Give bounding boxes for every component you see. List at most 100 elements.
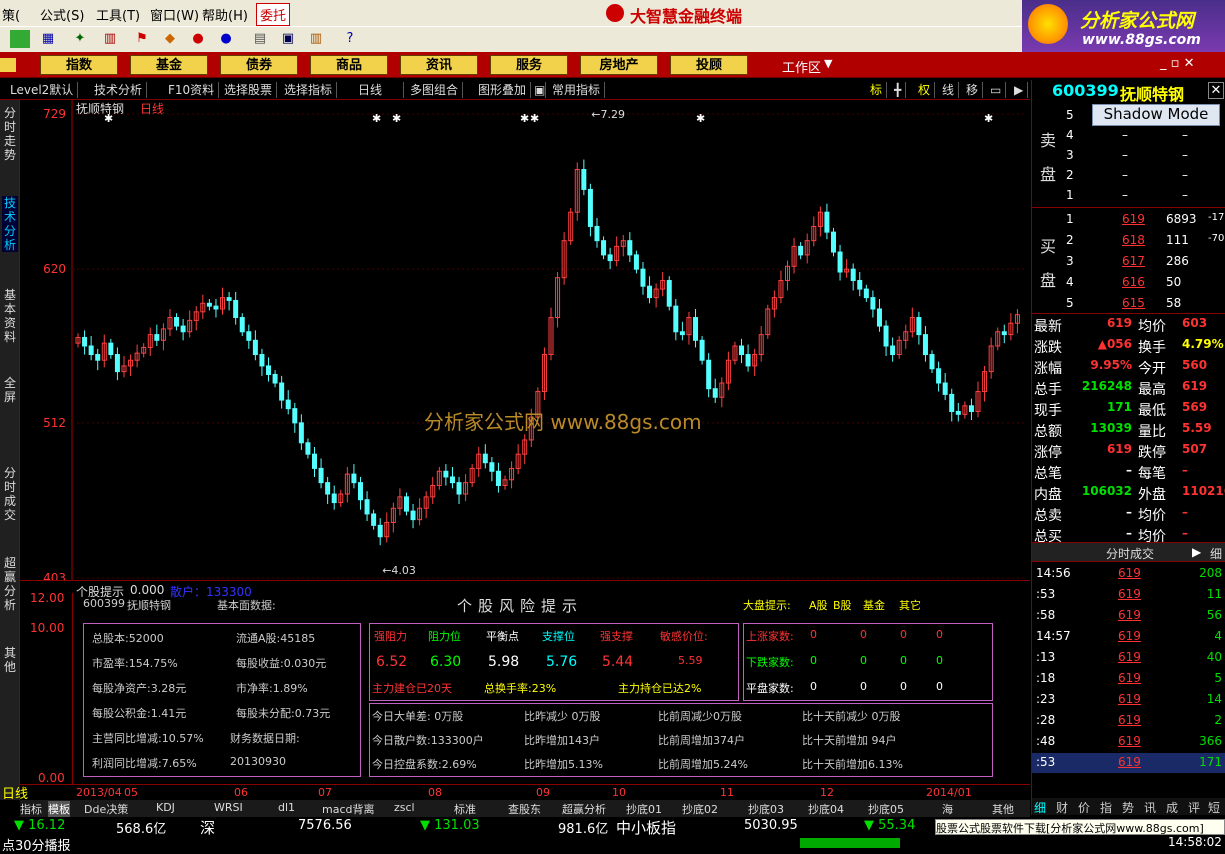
candle	[449, 476, 455, 484]
tech-analysis-button[interactable]: 技术分析	[90, 82, 148, 98]
circle-blue-icon[interactable]: ●	[216, 30, 236, 48]
menu-trade-button[interactable]: 委托	[256, 3, 291, 26]
tab-intraday[interactable]: 分时走势	[2, 106, 18, 162]
btab-kdj[interactable]: KDJ	[156, 801, 175, 814]
rtab-index[interactable]: 指	[1100, 799, 1112, 816]
stat-label: 涨幅	[1034, 361, 1062, 377]
fund-item: 每股收益:0.030元	[236, 657, 327, 670]
help-pointer-icon[interactable]: ?	[340, 30, 360, 48]
market-tab-a[interactable]: A股	[809, 597, 828, 613]
rights-button[interactable]: 权	[914, 82, 936, 98]
flag-red-icon[interactable]: ⚑	[132, 30, 152, 48]
period-day-button[interactable]: 日线	[354, 82, 404, 98]
stat-label: 均价	[1138, 508, 1166, 524]
rtab-price[interactable]: 价	[1078, 799, 1090, 816]
note-icon[interactable]: ▤	[250, 30, 270, 48]
move-button[interactable]: 移	[962, 82, 984, 98]
window-controls[interactable]: _ ▫ ✕	[1160, 56, 1194, 71]
btab-macd[interactable]: macd背离	[322, 801, 375, 817]
btab-bottom05[interactable]: 抄底05	[868, 801, 904, 817]
btab-dde[interactable]: Dde决策	[84, 801, 128, 817]
rtab-deals[interactable]: 成	[1166, 799, 1178, 816]
tab-other[interactable]: 其他	[2, 646, 18, 674]
chart-icon[interactable]: ▥	[100, 30, 120, 48]
tab-profile[interactable]: 基本资料	[2, 288, 18, 344]
circle-red-icon[interactable]: ●	[188, 30, 208, 48]
line-button[interactable]: 线	[938, 82, 960, 98]
rtab-short[interactable]: 短	[1208, 799, 1220, 816]
nav-index[interactable]: 指数	[40, 55, 118, 75]
menu-tools[interactable]: 工具(T)	[96, 5, 140, 24]
btab-super[interactable]: 超赢分析	[562, 801, 606, 817]
ticks-detail-button[interactable]: 细	[1210, 545, 1222, 562]
btab-standard[interactable]: 标准	[454, 801, 476, 817]
flag-icon[interactable]	[10, 30, 30, 48]
menu-help[interactable]: 帮助(H)	[202, 5, 248, 24]
mark-button[interactable]: 标	[866, 82, 888, 98]
multi-chart-button[interactable]: 多图组合	[406, 82, 464, 98]
common-indicator-button[interactable]: 常用指标	[548, 82, 606, 98]
nav-fund[interactable]: 基金	[130, 55, 208, 75]
sell-price: –	[1122, 148, 1128, 162]
btab-zscl[interactable]: zscl	[394, 801, 415, 814]
nav-left-stub[interactable]	[0, 58, 16, 72]
btab-holders[interactable]: 查股东	[508, 801, 541, 817]
ind-scale-bottom: 0.00	[38, 771, 65, 785]
select-indicator-button[interactable]: 选择指标	[280, 82, 338, 98]
ad-banner[interactable]: 股票公式股票软件下载[分析家公式网www.88gs.com]	[935, 819, 1225, 835]
nav-advisor[interactable]: 投顾	[670, 55, 748, 75]
nav-commodity[interactable]: 商品	[310, 55, 388, 75]
workspace-dropdown-icon[interactable]: ▼	[824, 57, 832, 70]
btab-dl1[interactable]: dl1	[278, 801, 295, 814]
candle	[298, 422, 304, 444]
btab-bottom04[interactable]: 抄底04	[808, 801, 844, 817]
close-panel-icon[interactable]: ✕	[1208, 82, 1224, 99]
menu-formula[interactable]: 公式(S)	[40, 5, 84, 24]
rtab-news[interactable]: 讯	[1144, 799, 1156, 816]
level2-default-button[interactable]: Level2默认	[6, 82, 79, 98]
tab-super-analysis[interactable]: 超赢分析	[2, 556, 18, 612]
market-tab-fund[interactable]: 基金	[863, 597, 885, 613]
btab-template[interactable]: 模板	[48, 801, 70, 817]
books-icon[interactable]: ▥	[306, 30, 326, 48]
btab-bottom01[interactable]: 抄底01	[626, 801, 662, 817]
binoculars-icon[interactable]: ✦	[70, 30, 90, 48]
market-tab-b[interactable]: B股	[833, 597, 852, 613]
sell-volume: –	[1182, 188, 1188, 202]
tab-fullscreen[interactable]: 全屏	[2, 376, 18, 404]
rtab-finance[interactable]: 财	[1056, 799, 1068, 816]
nav-news[interactable]: 资讯	[400, 55, 478, 75]
stat-label: 外盘	[1138, 487, 1166, 503]
menu-window[interactable]: 窗口(W)	[150, 5, 199, 24]
f10-button[interactable]: F10资料	[164, 82, 220, 98]
tab-ticks[interactable]: 分时成交	[2, 466, 18, 522]
candle	[633, 254, 639, 270]
play-icon[interactable]: ▶	[1010, 82, 1029, 98]
btab-bottom03[interactable]: 抄底03	[748, 801, 784, 817]
maximize-chart-icon[interactable]: ▭	[986, 82, 1007, 98]
menu-strategy[interactable]: 策(	[2, 5, 20, 24]
crosshair-button[interactable]: ╋	[890, 82, 907, 98]
btab-sea[interactable]: 海	[942, 801, 953, 817]
btab-wrsi[interactable]: WRSI	[214, 801, 243, 814]
btab-bottom02[interactable]: 抄底02	[682, 801, 718, 817]
market-tab-other[interactable]: 其它	[899, 597, 921, 613]
overlay-button[interactable]: 图形叠加	[474, 82, 532, 98]
ticks-play-icon[interactable]: ▶	[1192, 545, 1201, 559]
rtab-review[interactable]: 评	[1188, 799, 1200, 816]
grid-icon[interactable]: ▦	[38, 30, 58, 48]
nav-service[interactable]: 服务	[490, 55, 568, 75]
select-stock-button[interactable]: 选择股票	[220, 82, 278, 98]
btab-indicator[interactable]: 指标	[20, 801, 42, 817]
diamond-icon[interactable]: ◆	[160, 30, 180, 48]
workspace-label[interactable]: 工作区	[782, 57, 821, 76]
kline-chart[interactable]: 抚顺特钢 日线 729 620 512 403 ←7.29 ←4.03 ✱ ✱ ✱ ✱ ✱ ✱ ✱ 分析…	[20, 100, 1030, 580]
nav-realestate[interactable]: 房地产	[580, 55, 658, 75]
nav-bond[interactable]: 债券	[220, 55, 298, 75]
btab-other[interactable]: 其他	[992, 801, 1014, 817]
lock-icon[interactable]: ▣	[532, 82, 546, 98]
rtab-trend[interactable]: 势	[1122, 799, 1134, 816]
rtab-detail[interactable]: 细	[1034, 799, 1046, 816]
tab-tech-analysis[interactable]: 技术分析	[2, 196, 18, 252]
window-icon[interactable]: ▣	[278, 30, 298, 48]
